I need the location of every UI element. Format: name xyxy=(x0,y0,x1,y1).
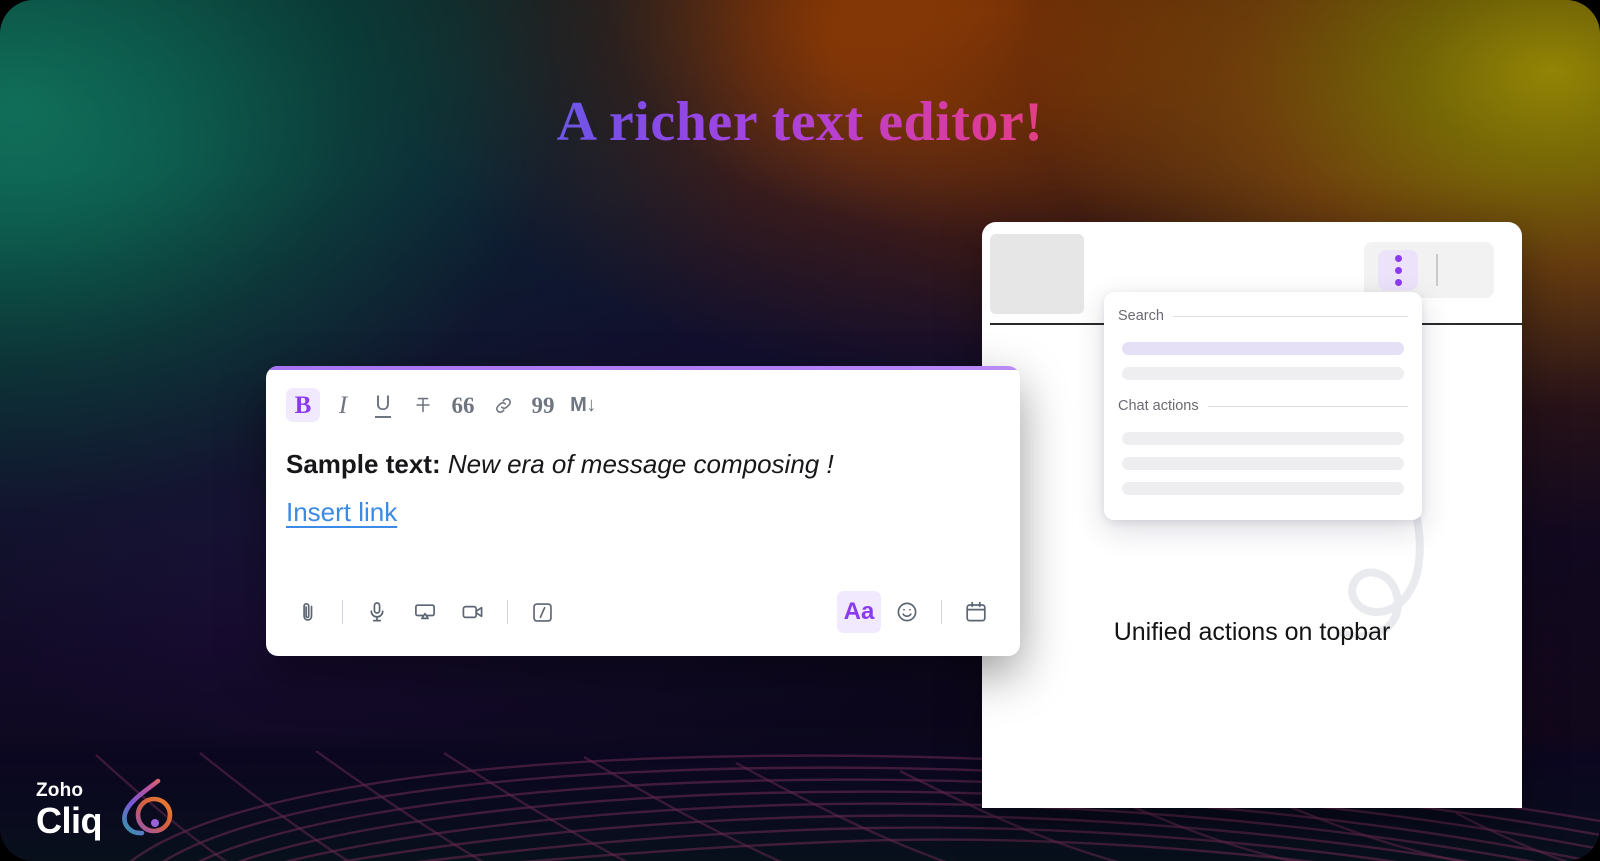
video-camera-icon xyxy=(462,605,483,619)
video-call-button[interactable] xyxy=(451,591,495,633)
smiley-icon xyxy=(897,602,917,622)
more-options-icon-dot-3 xyxy=(1394,278,1402,286)
emoji-button[interactable] xyxy=(885,591,929,633)
more-options-icon-dot-1 xyxy=(1394,254,1402,262)
underline-icon: U xyxy=(375,393,391,418)
formatting-toolbar: B I U 66 99 M↓ xyxy=(286,388,600,422)
composer-italic-body: New era of message composing ! xyxy=(447,449,834,479)
dropdown-item-chat-2[interactable] xyxy=(1122,457,1404,470)
composer-action-bar: Aa xyxy=(286,590,998,634)
composer-inserted-link[interactable]: Insert link xyxy=(286,497,397,528)
action-divider-3 xyxy=(941,600,942,624)
blockquote-open-button[interactable]: 66 xyxy=(446,388,480,422)
quote-close-icon: 99 xyxy=(531,392,555,418)
aa-icon: Aa xyxy=(843,598,875,625)
schedule-message-button[interactable] xyxy=(954,591,998,633)
markdown-button[interactable]: M↓ xyxy=(566,388,600,422)
paperclip-icon xyxy=(303,602,313,621)
dropdown-item-search-2[interactable] xyxy=(1122,367,1404,380)
composer-sample-line: Sample text: New era of message composin… xyxy=(286,448,996,481)
slash-command-icon xyxy=(532,602,552,622)
dropdown-section-chat-actions-header: Chat actions xyxy=(1118,398,1408,414)
microphone-icon xyxy=(370,602,384,622)
composer-bold-label: Sample text: xyxy=(286,449,441,479)
poster-canvas: A richer text editor! Unified actions on… xyxy=(0,0,1600,861)
dropdown-section-rule xyxy=(1172,315,1408,317)
link-icon xyxy=(495,397,511,413)
composer-accent-bar xyxy=(266,366,1020,370)
bold-button[interactable]: B xyxy=(286,388,320,422)
action-divider-1 xyxy=(342,600,343,624)
topbar-divider xyxy=(1436,254,1438,286)
brand-name: Zoho xyxy=(36,780,84,801)
quote-open-icon: 66 xyxy=(451,392,475,418)
dropdown-section-rule xyxy=(1207,405,1408,407)
screen-share-icon xyxy=(415,604,435,620)
more-options-button[interactable] xyxy=(1378,250,1418,290)
text-format-button[interactable]: Aa xyxy=(837,591,881,633)
slash-command-button[interactable] xyxy=(520,591,564,633)
screen-share-button[interactable] xyxy=(403,591,447,633)
dropdown-section-label: Chat actions xyxy=(1118,398,1199,414)
more-options-icon-dot-2 xyxy=(1394,266,1402,274)
chat-avatar-placeholder xyxy=(990,234,1084,314)
strikethrough-button[interactable] xyxy=(406,388,440,422)
dropdown-section-search-header: Search xyxy=(1118,308,1408,324)
topbar-actions-group xyxy=(1364,242,1494,298)
markdown-icon: M↓ xyxy=(570,394,596,416)
attachment-button[interactable] xyxy=(286,591,330,633)
bold-icon: B xyxy=(294,391,312,419)
composer-action-bar-right: Aa xyxy=(837,591,998,633)
dropdown-section-label: Search xyxy=(1118,308,1164,324)
action-divider-2 xyxy=(507,600,508,624)
composer-text-area[interactable]: Sample text: New era of message composin… xyxy=(286,448,996,528)
dropdown-item-search-1[interactable] xyxy=(1122,342,1404,355)
dropdown-item-chat-3[interactable] xyxy=(1122,482,1404,495)
underline-button[interactable]: U xyxy=(366,388,400,422)
italic-button[interactable]: I xyxy=(326,388,360,422)
insert-link-button[interactable] xyxy=(486,388,520,422)
blockquote-close-button[interactable]: 99 xyxy=(526,388,560,422)
strikethrough-icon xyxy=(416,397,430,413)
cliq-six-logo-icon xyxy=(122,778,173,836)
brand-logo-text: Zoho Cliq xyxy=(36,780,103,841)
audio-message-button[interactable] xyxy=(355,591,399,633)
page-title: A richer text editor! xyxy=(0,94,1600,150)
italic-icon: I xyxy=(338,391,348,419)
product-name: Cliq xyxy=(36,800,103,841)
topbar-actions-dropdown: Search Chat actions xyxy=(1104,292,1422,520)
panel-caption: Unified actions on topbar xyxy=(1113,618,1391,646)
dropdown-item-chat-1[interactable] xyxy=(1122,432,1404,445)
composer-action-bar-left xyxy=(286,591,564,633)
message-composer-card: B I U 66 99 M↓ Sample text: New era of m… xyxy=(266,366,1020,656)
brand-logo: Zoho Cliq xyxy=(36,776,178,839)
calendar-icon xyxy=(966,601,986,622)
